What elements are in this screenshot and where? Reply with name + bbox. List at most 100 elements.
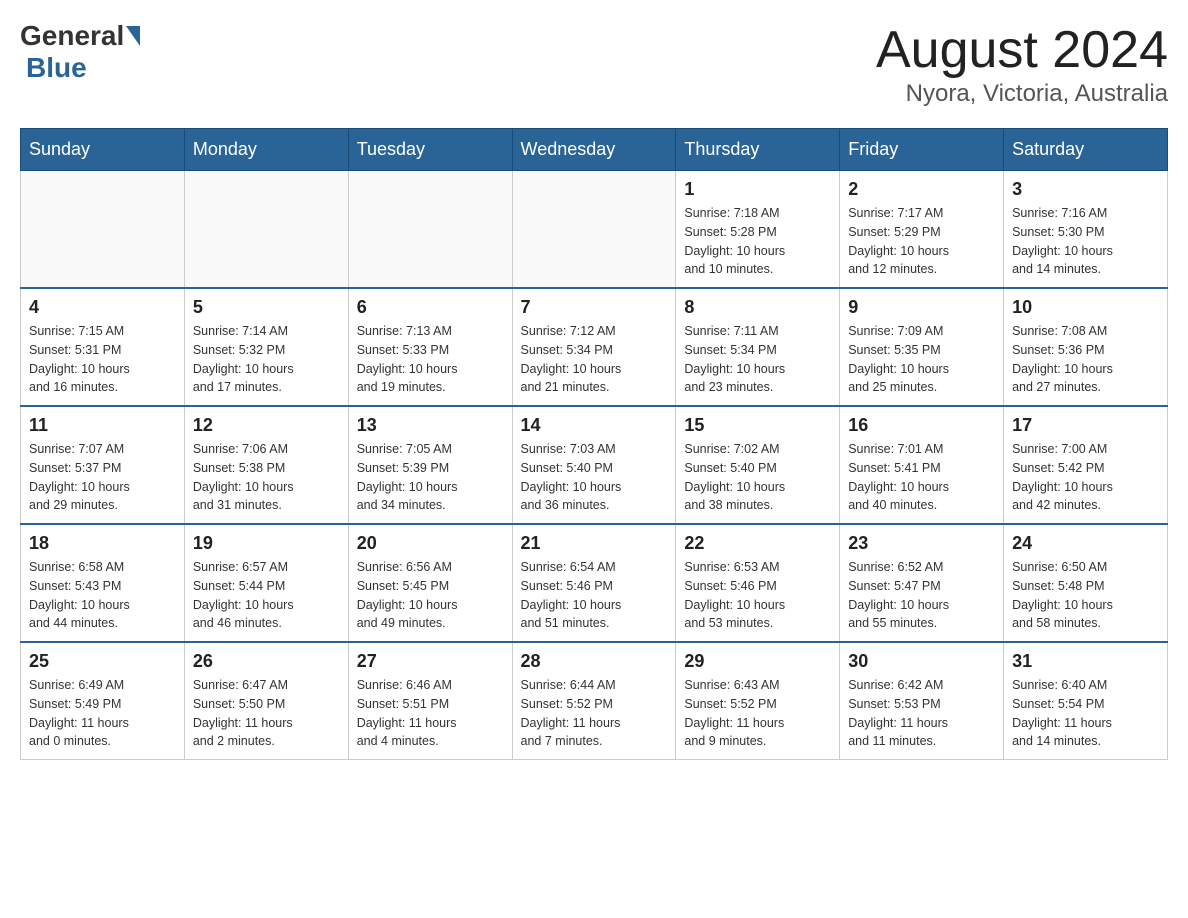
month-title: August 2024 — [876, 20, 1168, 80]
calendar-cell: 26 Sunrise: 6:47 AM Sunset: 5:50 PM Dayli… — [184, 642, 348, 760]
page-header: General Blue August 2024 Nyora, Victoria… — [20, 20, 1168, 108]
day-number: 1 — [684, 179, 831, 200]
day-info: Sunrise: 7:06 AM Sunset: 5:38 PM Dayligh… — [193, 440, 340, 515]
calendar-cell: 4Sunrise: 7:15 AM Sunset: 5:31 PM Daylig… — [21, 288, 185, 406]
day-info: Sunrise: 7:09 AM Sunset: 5:35 PM Dayligh… — [848, 322, 995, 397]
day-number: 26 — [193, 651, 340, 672]
day-number: 21 — [521, 533, 668, 554]
day-info: Sunrise: 6:52 AM Sunset: 5:47 PM Dayligh… — [848, 558, 995, 633]
calendar-table: SundayMondayTuesdayWednesdayThursdayFrid… — [20, 128, 1168, 760]
calendar-cell: 5 Sunrise: 7:14 AM Sunset: 5:32 PM Daylig… — [184, 288, 348, 406]
day-info: Sunrise: 6:42 AM Sunset: 5:53 PM Dayligh… — [848, 676, 995, 751]
calendar-cell: 11 Sunrise: 7:07 AM Sunset: 5:37 PM Dayli… — [21, 406, 185, 524]
weekday-header: Tuesday — [348, 129, 512, 171]
day-number: 30 — [848, 651, 995, 672]
calendar-cell: 2 Sunrise: 7:17 AM Sunset: 5:29 PM Daylig… — [840, 171, 1004, 289]
day-number: 9 — [848, 297, 995, 318]
day-info: Sunrise: 6:50 AM Sunset: 5:48 PM Dayligh… — [1012, 558, 1159, 633]
day-number: 19 — [193, 533, 340, 554]
weekday-header: Monday — [184, 129, 348, 171]
calendar-week-row: 25Sunrise: 6:49 AM Sunset: 5:49 PM Dayli… — [21, 642, 1168, 760]
day-number: 17 — [1012, 415, 1159, 436]
calendar-cell: 17 Sunrise: 7:00 AM Sunset: 5:42 PM Dayli… — [1004, 406, 1168, 524]
calendar-cell — [512, 171, 676, 289]
calendar-cell: 7 Sunrise: 7:12 AM Sunset: 5:34 PM Daylig… — [512, 288, 676, 406]
calendar-cell: 15 Sunrise: 7:02 AM Sunset: 5:40 PM Dayli… — [676, 406, 840, 524]
day-info: Sunrise: 7:17 AM Sunset: 5:29 PM Dayligh… — [848, 204, 995, 279]
calendar-cell: 29 Sunrise: 6:43 AM Sunset: 5:52 PM Dayli… — [676, 642, 840, 760]
calendar-cell: 14Sunrise: 7:03 AM Sunset: 5:40 PM Dayli… — [512, 406, 676, 524]
day-info: Sunrise: 7:12 AM Sunset: 5:34 PM Dayligh… — [521, 322, 668, 397]
day-info: Sunrise: 7:18 AM Sunset: 5:28 PM Dayligh… — [684, 204, 831, 279]
logo-triangle-icon — [126, 26, 140, 46]
day-number: 12 — [193, 415, 340, 436]
calendar-cell: 3 Sunrise: 7:16 AM Sunset: 5:30 PM Daylig… — [1004, 171, 1168, 289]
day-number: 5 — [193, 297, 340, 318]
calendar-week-row: 4Sunrise: 7:15 AM Sunset: 5:31 PM Daylig… — [21, 288, 1168, 406]
calendar-cell: 1 Sunrise: 7:18 AM Sunset: 5:28 PM Daylig… — [676, 171, 840, 289]
day-info: Sunrise: 7:00 AM Sunset: 5:42 PM Dayligh… — [1012, 440, 1159, 515]
calendar-cell: 8Sunrise: 7:11 AM Sunset: 5:34 PM Daylig… — [676, 288, 840, 406]
day-info: Sunrise: 7:11 AM Sunset: 5:34 PM Dayligh… — [684, 322, 831, 397]
title-block: August 2024 Nyora, Victoria, Australia — [876, 20, 1168, 108]
day-info: Sunrise: 6:58 AM Sunset: 5:43 PM Dayligh… — [29, 558, 176, 633]
day-number: 4 — [29, 297, 176, 318]
day-info: Sunrise: 7:16 AM Sunset: 5:30 PM Dayligh… — [1012, 204, 1159, 279]
weekday-header: Thursday — [676, 129, 840, 171]
calendar-cell: 19 Sunrise: 6:57 AM Sunset: 5:44 PM Dayli… — [184, 524, 348, 642]
day-number: 3 — [1012, 179, 1159, 200]
calendar-cell: 21 Sunrise: 6:54 AM Sunset: 5:46 PM Dayli… — [512, 524, 676, 642]
calendar-cell: 9 Sunrise: 7:09 AM Sunset: 5:35 PM Daylig… — [840, 288, 1004, 406]
day-info: Sunrise: 6:53 AM Sunset: 5:46 PM Dayligh… — [684, 558, 831, 633]
weekday-header: Wednesday — [512, 129, 676, 171]
day-info: Sunrise: 6:56 AM Sunset: 5:45 PM Dayligh… — [357, 558, 504, 633]
day-number: 16 — [848, 415, 995, 436]
day-number: 29 — [684, 651, 831, 672]
calendar-cell: 27 Sunrise: 6:46 AM Sunset: 5:51 PM Dayli… — [348, 642, 512, 760]
calendar-cell: 25Sunrise: 6:49 AM Sunset: 5:49 PM Dayli… — [21, 642, 185, 760]
day-info: Sunrise: 6:57 AM Sunset: 5:44 PM Dayligh… — [193, 558, 340, 633]
calendar-week-row: 11 Sunrise: 7:07 AM Sunset: 5:37 PM Dayli… — [21, 406, 1168, 524]
logo-general-text: General — [20, 20, 124, 52]
day-number: 7 — [521, 297, 668, 318]
day-info: Sunrise: 7:05 AM Sunset: 5:39 PM Dayligh… — [357, 440, 504, 515]
calendar-cell: 23 Sunrise: 6:52 AM Sunset: 5:47 PM Dayli… — [840, 524, 1004, 642]
calendar-cell: 16 Sunrise: 7:01 AM Sunset: 5:41 PM Dayli… — [840, 406, 1004, 524]
day-number: 22 — [684, 533, 831, 554]
day-info: Sunrise: 6:49 AM Sunset: 5:49 PM Dayligh… — [29, 676, 176, 751]
calendar-cell: 18Sunrise: 6:58 AM Sunset: 5:43 PM Dayli… — [21, 524, 185, 642]
calendar-cell — [21, 171, 185, 289]
day-info: Sunrise: 7:13 AM Sunset: 5:33 PM Dayligh… — [357, 322, 504, 397]
day-number: 6 — [357, 297, 504, 318]
day-info: Sunrise: 7:02 AM Sunset: 5:40 PM Dayligh… — [684, 440, 831, 515]
day-number: 11 — [29, 415, 176, 436]
calendar-cell: 22 Sunrise: 6:53 AM Sunset: 5:46 PM Dayli… — [676, 524, 840, 642]
day-number: 27 — [357, 651, 504, 672]
weekday-header: Sunday — [21, 129, 185, 171]
calendar-cell — [348, 171, 512, 289]
day-number: 31 — [1012, 651, 1159, 672]
calendar-cell — [184, 171, 348, 289]
calendar-cell: 28Sunrise: 6:44 AM Sunset: 5:52 PM Dayli… — [512, 642, 676, 760]
calendar-cell: 12 Sunrise: 7:06 AM Sunset: 5:38 PM Dayli… — [184, 406, 348, 524]
weekday-header: Saturday — [1004, 129, 1168, 171]
day-info: Sunrise: 7:14 AM Sunset: 5:32 PM Dayligh… — [193, 322, 340, 397]
day-number: 2 — [848, 179, 995, 200]
day-info: Sunrise: 7:01 AM Sunset: 5:41 PM Dayligh… — [848, 440, 995, 515]
calendar-cell: 31 Sunrise: 6:40 AM Sunset: 5:54 PM Dayli… — [1004, 642, 1168, 760]
day-info: Sunrise: 7:03 AM Sunset: 5:40 PM Dayligh… — [521, 440, 668, 515]
weekday-header-row: SundayMondayTuesdayWednesdayThursdayFrid… — [21, 129, 1168, 171]
day-info: Sunrise: 6:47 AM Sunset: 5:50 PM Dayligh… — [193, 676, 340, 751]
day-info: Sunrise: 6:40 AM Sunset: 5:54 PM Dayligh… — [1012, 676, 1159, 751]
day-number: 24 — [1012, 533, 1159, 554]
day-info: Sunrise: 6:43 AM Sunset: 5:52 PM Dayligh… — [684, 676, 831, 751]
day-number: 10 — [1012, 297, 1159, 318]
day-number: 23 — [848, 533, 995, 554]
day-number: 15 — [684, 415, 831, 436]
calendar-cell: 13Sunrise: 7:05 AM Sunset: 5:39 PM Dayli… — [348, 406, 512, 524]
calendar-cell: 30 Sunrise: 6:42 AM Sunset: 5:53 PM Dayli… — [840, 642, 1004, 760]
day-info: Sunrise: 7:07 AM Sunset: 5:37 PM Dayligh… — [29, 440, 176, 515]
day-info: Sunrise: 6:54 AM Sunset: 5:46 PM Dayligh… — [521, 558, 668, 633]
day-info: Sunrise: 6:46 AM Sunset: 5:51 PM Dayligh… — [357, 676, 504, 751]
day-number: 20 — [357, 533, 504, 554]
